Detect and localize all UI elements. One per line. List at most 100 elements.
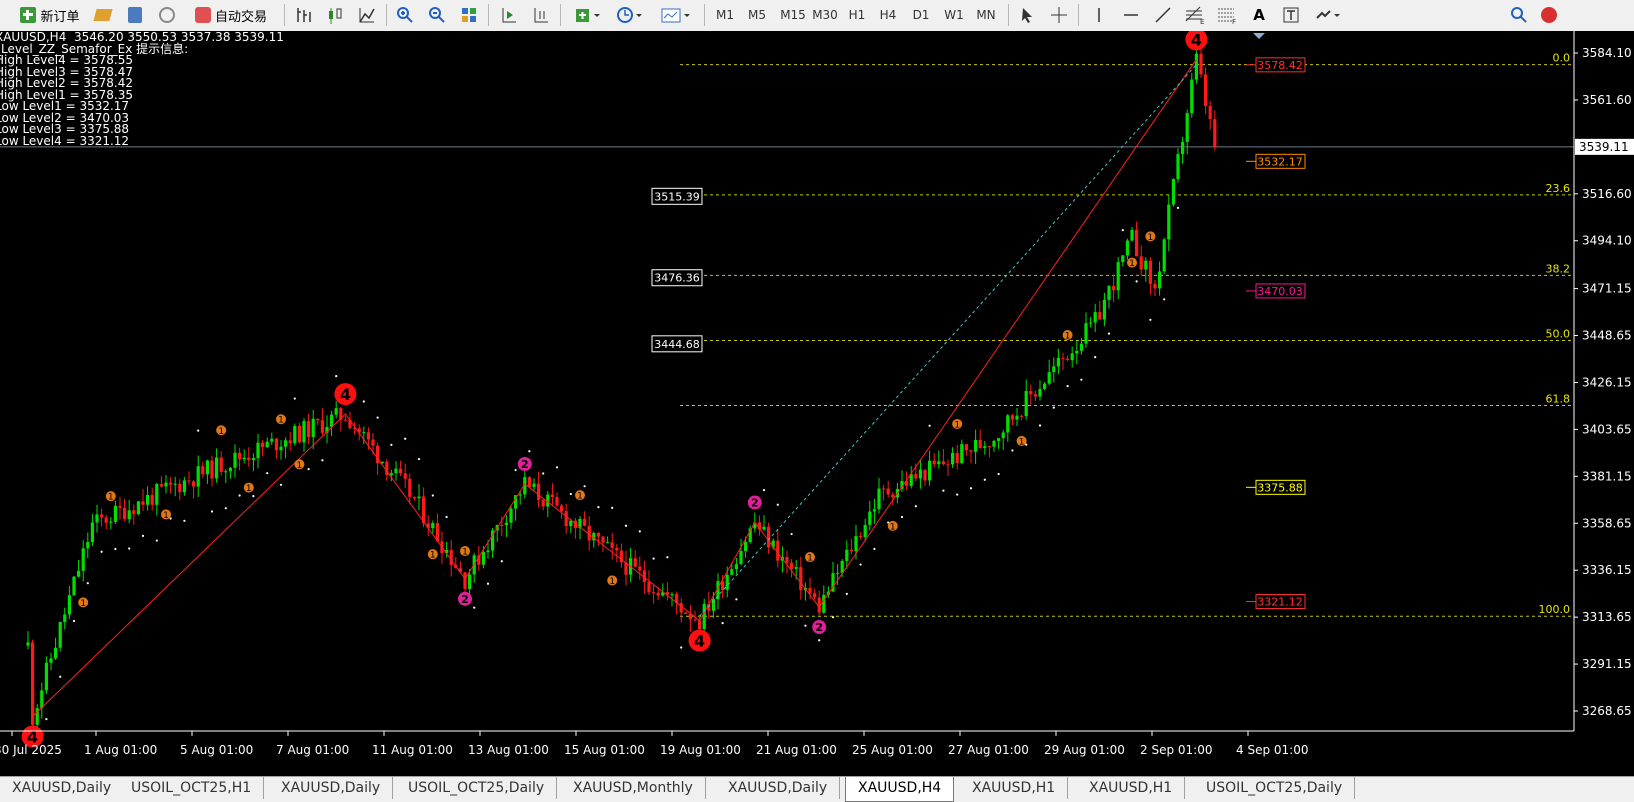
current-price-label: 3539.11 [1579,140,1629,154]
tab-xauusd-daily[interactable]: XAUUSD,Daily [269,777,394,799]
candle-body [633,558,637,567]
zoom-out-icon [429,7,445,23]
search-button[interactable] [1506,3,1532,27]
zoom-in-button[interactable] [392,3,418,27]
time-axis-label: 5 Aug 01:00 [180,743,253,757]
trendline-button[interactable] [1150,3,1176,27]
candle-body [849,549,853,552]
fibo-level-label: 38.2 [1546,262,1571,275]
candle-body [132,510,136,515]
candle-body [1130,229,1134,241]
parabolic-sar-dot [141,534,145,537]
text-label-button[interactable] [1278,3,1304,27]
autoscroll-button[interactable] [496,3,522,27]
line-chart-icon [359,8,375,23]
timeframe-m30[interactable]: M30 [808,3,842,27]
candle-body [638,566,642,571]
vertical-line-icon [1098,8,1100,22]
parabolic-sar-dot [486,582,490,585]
timeframe-h4[interactable]: H4 [873,3,903,27]
fibo-retracement-icon: F [1218,8,1236,25]
text-icon: A [1253,6,1265,24]
candle-body [224,471,228,473]
candle-body [877,488,881,510]
tab-xauusd-h1[interactable]: XAUUSD,H1 [1077,777,1186,799]
semafor-marker-text: 1 [108,493,114,503]
arrows-button[interactable] [1310,3,1346,27]
bar-chart-button[interactable] [290,3,316,27]
new-order-button[interactable]: 新订单 [12,3,88,27]
periods-button[interactable] [612,3,648,27]
parabolic-sar-dot [831,616,835,619]
parabolic-sar-dot [404,437,407,440]
templates-button[interactable] [656,3,696,27]
parabolic-sar-dot [569,492,572,496]
zigzag-line [32,59,1197,717]
parabolic-sar-dot [914,505,917,508]
timeframe-h1[interactable]: H1 [842,3,872,27]
horizontal-line-button[interactable] [1118,3,1144,27]
chart-shift-button[interactable] [528,3,554,27]
timeframe-m1[interactable]: M1 [710,3,740,27]
navigator-button[interactable] [154,3,180,27]
semafor-marker-text: 2 [815,621,823,634]
candlestick-button[interactable] [322,3,348,27]
candle-body [343,419,347,421]
tab-xauusd-daily[interactable]: XAUUSD,Daily [716,777,841,799]
parabolic-sar-dot [859,563,862,566]
timeframe-mn[interactable]: MN [971,3,1001,27]
auto-trading-button[interactable]: 自动交易 [186,3,276,27]
candle-body [518,494,522,496]
candle-body [941,461,945,465]
candle-body [1135,229,1139,257]
timeframe-m5[interactable]: M5 [742,3,772,27]
fibonacci-button[interactable]: E [1182,3,1208,27]
candle-body [293,425,297,444]
candle-body [366,432,370,440]
vertical-line-button[interactable] [1086,3,1112,27]
candle-body [615,547,619,551]
candle-body [247,457,251,461]
text-button[interactable]: A [1246,3,1272,27]
parabolic-sar-dot [528,450,531,453]
timeframe-m15[interactable]: M15 [776,3,810,27]
parabolic-sar-dot [59,675,62,678]
candle-body [670,594,674,596]
candle-body [610,542,614,548]
fibo-price-text: 3476.36 [654,272,700,285]
candle-body [63,614,67,623]
candle-body [983,446,987,448]
zoom-out-button[interactable] [424,3,450,27]
tab-usoil-oct25-daily[interactable]: USOIL_OCT25,Daily [1194,777,1356,799]
candle-body [537,483,541,500]
market-watch-button[interactable] [90,3,116,27]
tab-xauusd-daily[interactable]: XAUUSD,Daily [0,777,125,799]
auto-trading-icon [194,7,211,23]
candle-body [845,549,849,561]
chart-window[interactable]: 0.0 23.6 38.2 50.0 61.8 100.0 3515.39 3476.36 34… [0,31,1634,776]
candle-body [1093,312,1097,323]
candle-body [960,444,964,463]
tab-usoil-oct25-daily[interactable]: USOIL_OCT25,Daily [396,777,558,799]
candle-body [320,420,324,433]
candle-body [155,484,159,505]
level-label-text: 3375.88 [1257,481,1303,494]
timeframe-d1[interactable]: D1 [906,3,936,27]
autoscroll-icon [502,8,516,23]
fibo-retracement-button[interactable]: F [1214,3,1240,27]
candle-body [836,572,840,574]
tile-windows-button[interactable] [456,3,482,27]
crosshair-button[interactable] [1046,3,1072,27]
tab-xauusd-monthly[interactable]: XAUUSD,Monthly [561,777,706,799]
data-window-button[interactable] [122,3,148,27]
tab-xauusd-h4[interactable]: XAUUSD,H4 [845,777,955,802]
indicators-button[interactable] [570,3,606,27]
notification-button[interactable] [1536,3,1562,27]
tab-usoil-oct25-h1[interactable]: USOIL_OCT25,H1 [119,777,265,799]
candle-body [1047,372,1051,384]
line-chart-button[interactable] [354,3,380,27]
timeframe-w1[interactable]: W1 [939,3,969,27]
time-axis-label: 19 Aug 01:00 [660,743,741,757]
cursor-button[interactable] [1014,3,1040,27]
tab-xauusd-h1[interactable]: XAUUSD,H1 [960,777,1069,799]
